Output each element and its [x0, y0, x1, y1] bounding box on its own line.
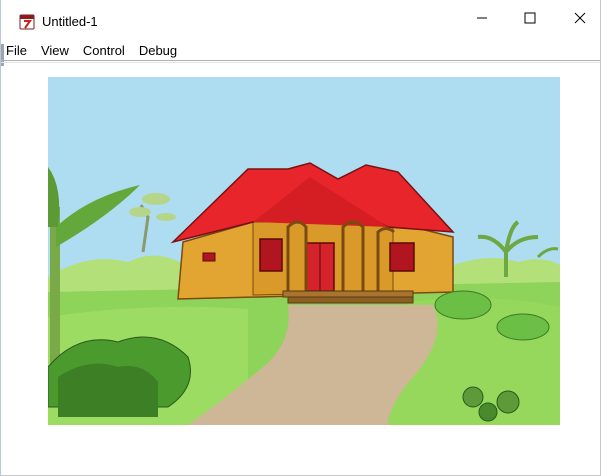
close-button[interactable]: [557, 0, 601, 40]
minimize-icon: [476, 11, 488, 29]
maximize-icon: [524, 11, 536, 29]
maximize-button[interactable]: [507, 0, 553, 40]
title-bar[interactable]: Untitled-1: [1, 0, 600, 40]
minimize-button[interactable]: [459, 0, 505, 40]
menu-bar: File View Control Debug: [1, 40, 600, 60]
flash-player-icon: [19, 14, 35, 30]
movie-stage[interactable]: [48, 77, 560, 425]
close-icon: [574, 11, 586, 29]
menu-file[interactable]: File: [6, 43, 27, 58]
menu-view[interactable]: View: [41, 43, 69, 58]
menu-divider-shadow: [1, 62, 600, 63]
house-illustration: [48, 77, 560, 425]
menu-debug[interactable]: Debug: [139, 43, 177, 58]
window-title: Untitled-1: [42, 14, 98, 29]
menu-control[interactable]: Control: [83, 43, 125, 58]
app-window: Untitled-1 File View Control Debug: [0, 0, 601, 476]
menu-divider: [1, 60, 600, 61]
